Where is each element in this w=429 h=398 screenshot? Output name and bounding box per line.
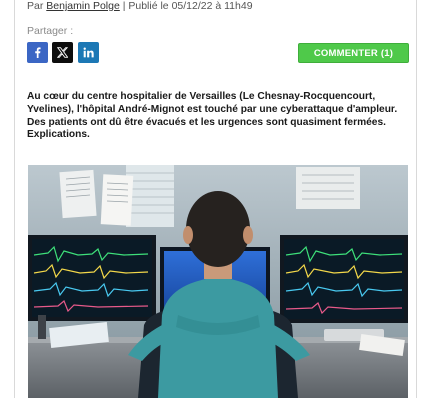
byline-prefix: Par [27,0,47,12]
comment-count: (1) [380,47,394,59]
article-hero-image [28,165,408,398]
author-link[interactable]: Benjamin Polge [46,0,120,12]
facebook-icon [35,47,41,58]
linkedin-icon [83,47,94,58]
article-lede: Au cœur du centre hospitalier de Versail… [27,91,398,141]
x-icon [57,47,68,58]
publish-date: | Publié le 05/12/22 à 11h49 [119,0,253,12]
facebook-share-button[interactable] [27,42,48,63]
linkedin-share-button[interactable] [78,42,99,63]
comment-button-label: COMMENTER [313,47,378,59]
share-label: Partager : [27,25,74,37]
byline: Par Benjamin Polge | Publié le 05/12/22 … [27,0,253,12]
comment-button[interactable]: COMMENTER (1) [298,43,409,63]
x-share-button[interactable] [52,42,73,63]
